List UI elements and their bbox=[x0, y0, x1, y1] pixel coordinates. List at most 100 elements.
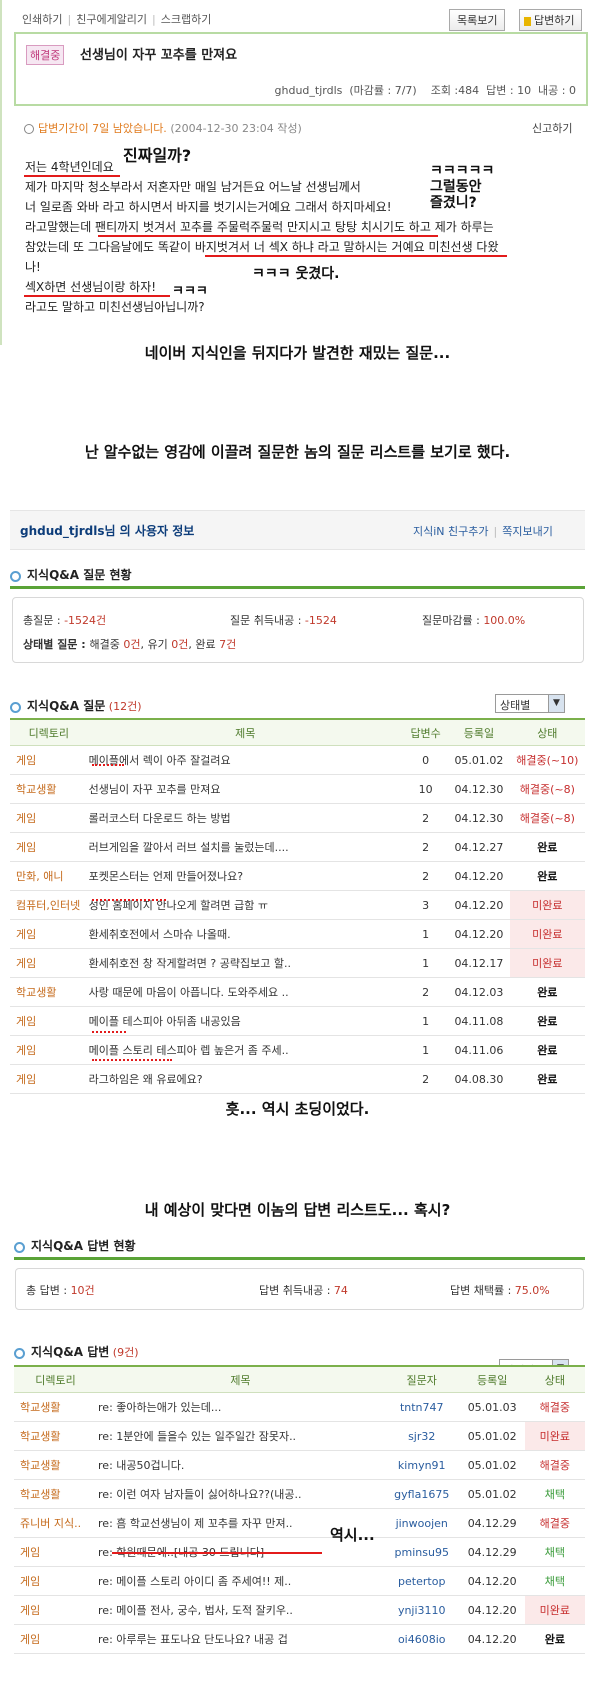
row-title[interactable]: re: 내공50겁니다. bbox=[97, 1450, 384, 1480]
row-date: 04.12.29 bbox=[459, 1537, 525, 1567]
row-category[interactable]: 학교생활 bbox=[14, 1479, 98, 1509]
row-category[interactable]: 학교생활 bbox=[14, 1392, 98, 1422]
row-date: 04.12.20 bbox=[459, 1595, 525, 1625]
row-date: 04.12.27 bbox=[448, 832, 510, 862]
body-line: 참았는데 또 그다음날에도 똑같이 바지벗겨서 너 섹X 하냐 라고 말하시는 … bbox=[25, 240, 499, 254]
row-category[interactable]: 학교생활 bbox=[14, 1421, 98, 1451]
row-title[interactable]: 포켓몬스터는 언제 만들어졌나요? bbox=[87, 861, 403, 891]
add-friend-link[interactable]: 지식iN 친구추가 bbox=[413, 525, 489, 538]
row-category[interactable]: 게임 bbox=[14, 1537, 98, 1567]
row-date: 04.12.17 bbox=[448, 948, 510, 978]
col-header: 제목 bbox=[87, 718, 403, 746]
row-category[interactable]: 학교생활 bbox=[14, 1450, 98, 1480]
row-status: 완료 bbox=[509, 832, 585, 862]
annotation-really: 진짜일까? bbox=[123, 146, 192, 165]
row-title[interactable]: 롤러코스터 다운로드 하는 방법 bbox=[87, 803, 403, 833]
row-category[interactable]: 게임 bbox=[10, 919, 88, 949]
table-row: 게임 라그하임은 왜 유료에요? 2 04.08.30 완료 bbox=[10, 1064, 585, 1094]
row-category[interactable]: 게임 bbox=[14, 1624, 98, 1654]
row-category[interactable]: 게임 bbox=[10, 1064, 88, 1094]
row-asker[interactable]: tntn747 bbox=[383, 1392, 460, 1422]
print-link[interactable]: 인쇄하기 bbox=[22, 13, 62, 26]
row-asker[interactable]: sjr32 bbox=[383, 1421, 460, 1451]
col-header: 상태 bbox=[524, 1365, 585, 1393]
underline-mark bbox=[92, 1027, 126, 1033]
send-note-link[interactable]: 쪽지보내기 bbox=[502, 525, 553, 538]
list-button[interactable]: 목록보기 bbox=[449, 9, 506, 31]
row-asker[interactable]: kimyn91 bbox=[383, 1450, 460, 1480]
row-title[interactable]: 러브게임을 깔아서 러브 설치를 눌렀는데.... bbox=[87, 832, 403, 862]
row-category[interactable]: 게임 bbox=[10, 948, 88, 978]
row-date: 04.11.06 bbox=[448, 1035, 510, 1065]
row-answer-count: 3 bbox=[403, 890, 449, 920]
user-info-bar: ghdud_tjrdls님 의 사용자 정보 지식iN 친구추가 | 쪽지보내기 bbox=[10, 510, 585, 550]
row-status: 미완료 bbox=[509, 890, 585, 920]
scrap-link[interactable]: 스크랩하기 bbox=[161, 13, 212, 26]
q-rate: 질문마감률 : 100.0% bbox=[422, 612, 525, 628]
annotation-indeed: 역시... bbox=[330, 1526, 375, 1544]
row-status: 해결중 bbox=[524, 1450, 585, 1480]
q-status-header: 지식Q&A 질문 현황 bbox=[10, 566, 585, 589]
row-asker[interactable]: ynji3110 bbox=[383, 1595, 460, 1625]
row-date: 05.01.02 bbox=[459, 1450, 525, 1480]
a-status-box: 총 답변 : 10건 답변 취득내공 : 74 답변 채택률 : 75.0% bbox=[15, 1268, 584, 1310]
row-category[interactable]: 학교생활 bbox=[10, 977, 88, 1007]
row-title[interactable]: 선생님이 자꾸 꼬추를 만져요 bbox=[87, 774, 403, 804]
row-category[interactable]: 게임 bbox=[10, 832, 88, 862]
row-title[interactable]: 사랑 때문에 마음이 아픕니다. 도와주세요 .. bbox=[87, 977, 403, 1007]
row-asker[interactable]: oi4608io bbox=[383, 1624, 460, 1654]
row-category[interactable]: 게임 bbox=[10, 1035, 88, 1065]
table-row: 쥬니버 지식.. re: 흠 학교선생님이 제 꼬추를 자꾸 만져.. jinwoo… bbox=[14, 1508, 585, 1538]
body-line: 라고도 말하고 미친선생님아닙니까? bbox=[25, 300, 205, 314]
row-title[interactable]: 라그하임은 왜 유료에요? bbox=[87, 1064, 403, 1094]
report-link[interactable]: 신고하기 bbox=[532, 120, 572, 136]
row-title[interactable]: re: 메이플 전사, 궁수, 법사, 도적 잘키우.. bbox=[97, 1595, 384, 1625]
row-category[interactable]: 게임 bbox=[10, 1006, 88, 1036]
row-category[interactable]: 컴퓨터,인터넷 bbox=[10, 890, 88, 920]
row-title[interactable]: re: 좋아하는애가 있는데... bbox=[97, 1392, 384, 1422]
answer-button-label: 답변하기 bbox=[534, 14, 575, 27]
row-status: 완료 bbox=[509, 861, 585, 891]
row-category[interactable]: 학교생활 bbox=[10, 774, 88, 804]
row-title[interactable]: re: 이런 여자 남자들이 싫어하나요??(내공.. bbox=[97, 1479, 384, 1509]
deadline-row: 답변기간이 7일 남았습니다. (2004-12-30 23:04 작성) bbox=[24, 120, 302, 136]
row-status: 해결중 bbox=[524, 1508, 585, 1538]
top-links: 인쇄하기 | 친구에게알리기 | 스크랩하기 bbox=[22, 11, 211, 27]
row-answer-count: 10 bbox=[403, 774, 449, 804]
row-title[interactable]: 메이플에서 렉이 아주 잘걸려요 bbox=[87, 745, 403, 775]
row-category[interactable]: 만화, 애니 bbox=[10, 861, 88, 891]
table-header-row: 디렉토리 제목 답변수 등록일 상태 bbox=[10, 718, 585, 746]
row-category[interactable]: 게임 bbox=[10, 745, 88, 775]
row-title[interactable]: 환세취호전에서 스마슈 나올때. bbox=[87, 919, 403, 949]
row-status: 완료 bbox=[524, 1624, 585, 1654]
body-line: 너 일로좀 와바 라고 하시면서 바지를 벗기시는거예요 그래서 하지마세요! bbox=[25, 200, 392, 214]
divider: | bbox=[67, 13, 72, 26]
q-status-select[interactable]: 상태별 ▼ bbox=[495, 694, 565, 713]
caption-1: 네이버 지식인을 뒤지다가 발견한 재밌는 질문... bbox=[144, 344, 451, 362]
row-title[interactable]: re: 메이플 스토리 아이디 좀 주세여!! 제.. bbox=[97, 1566, 384, 1596]
row-category[interactable]: 쥬니버 지식.. bbox=[14, 1508, 98, 1538]
question-meta: ghdud_tjrdls (마감률 : 7/7) 조회 :484 답변 : 10… bbox=[274, 84, 576, 97]
tell-friend-link[interactable]: 친구에게알리기 bbox=[76, 13, 147, 26]
row-title[interactable]: 환세취호전 창 작게할려면 ? 공략집보고 할.. bbox=[87, 948, 403, 978]
row-category[interactable]: 게임 bbox=[14, 1566, 98, 1596]
annotation-funny: ㅋㅋㅋ 웃겼다. bbox=[252, 266, 340, 282]
row-asker[interactable]: gyfla1675 bbox=[383, 1479, 460, 1509]
row-title[interactable]: re: 1분안에 들을수 있는 일주일간 잠못자.. bbox=[97, 1421, 384, 1451]
row-status: 해결중 bbox=[524, 1392, 585, 1422]
row-category[interactable]: 게임 bbox=[10, 803, 88, 833]
question-title: 선생님이 자꾸 꼬추를 만져요 bbox=[80, 48, 238, 63]
row-date: 04.12.20 bbox=[448, 890, 510, 920]
row-asker[interactable]: pminsu95 bbox=[383, 1537, 460, 1567]
row-title[interactable]: re: 아루루는 표도나요 단도나요? 내공 겁 bbox=[97, 1624, 384, 1654]
a-total-label: 총 답변 : bbox=[26, 1284, 71, 1297]
row-asker[interactable]: petertop bbox=[383, 1566, 460, 1596]
row-title[interactable]: 메이플 테스피아 아뒤좀 내공있음 bbox=[87, 1006, 403, 1036]
underline-mark bbox=[112, 1552, 322, 1554]
row-category[interactable]: 게임 bbox=[14, 1595, 98, 1625]
row-asker[interactable]: jinwoojen bbox=[383, 1508, 460, 1538]
answer-button[interactable]: 답변하기 bbox=[519, 9, 583, 31]
q-status-title: 지식Q&A 질문 현황 bbox=[27, 568, 132, 582]
q-state-done-label: , 완료 bbox=[188, 638, 220, 651]
q-cancel: 질문 취득내공 : -1524 bbox=[230, 612, 337, 628]
